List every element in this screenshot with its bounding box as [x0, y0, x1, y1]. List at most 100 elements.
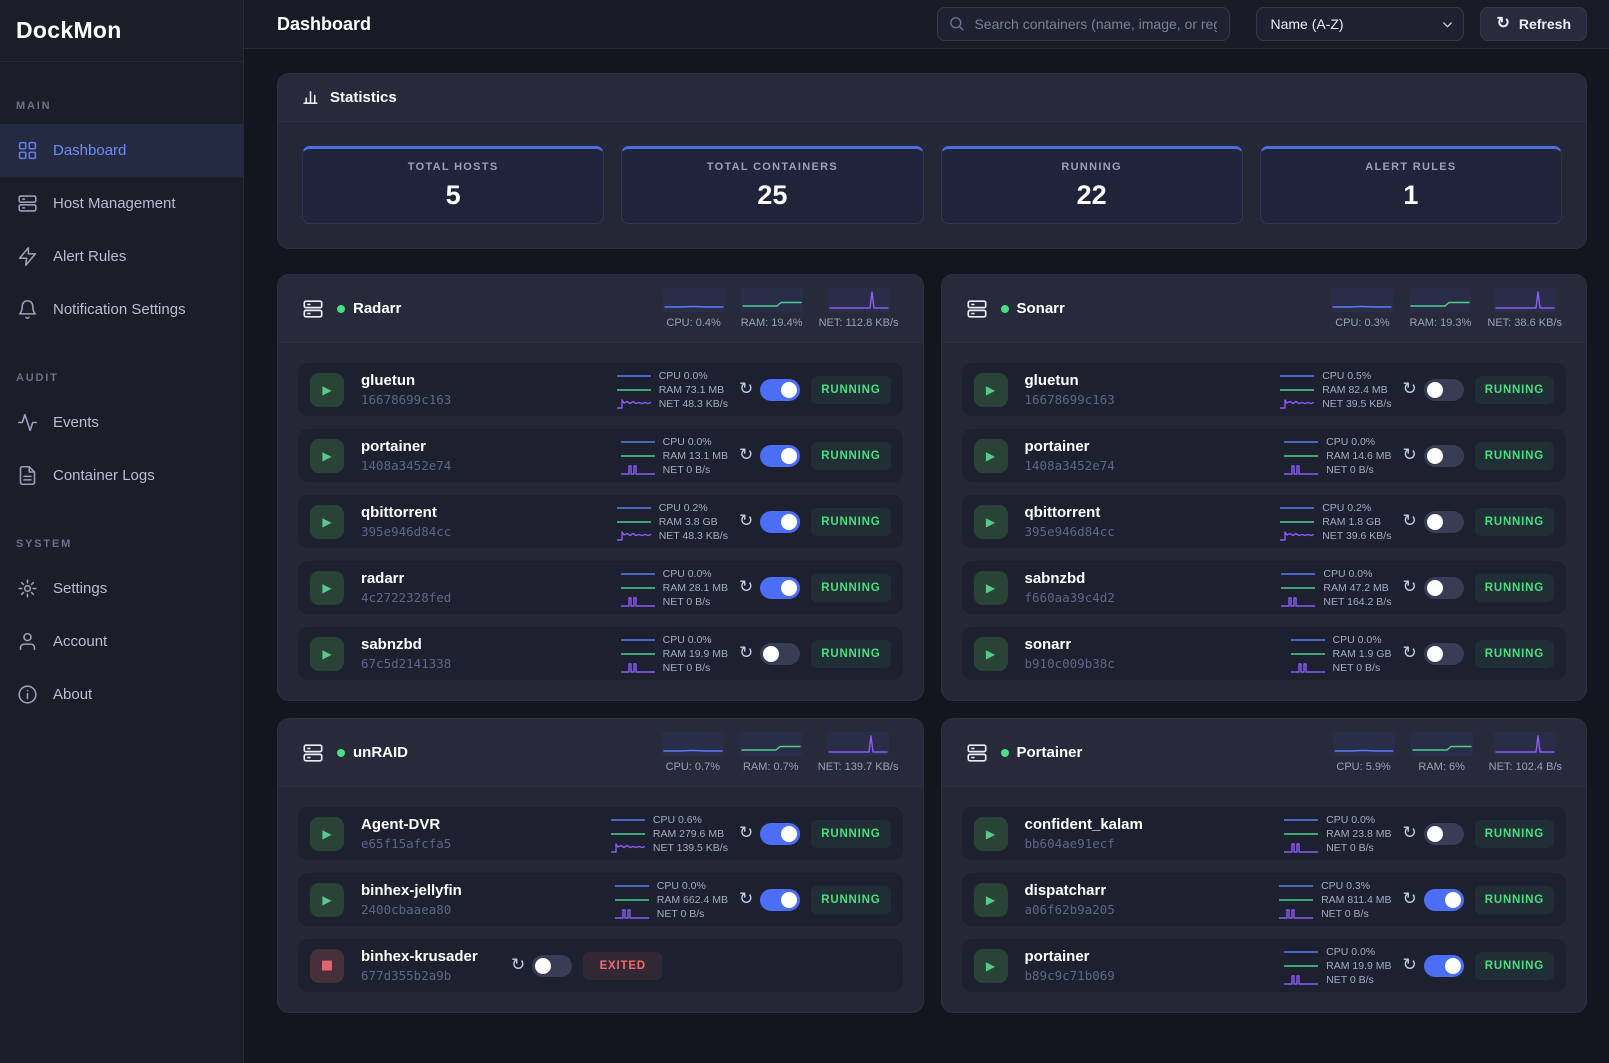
autorestart-toggle[interactable]	[760, 379, 800, 401]
sidebar-item-events[interactable]: Events	[0, 396, 243, 449]
sidebar-item-container-logs[interactable]: Container Logs	[0, 449, 243, 502]
nav-section: AUDIT Events Container Logs	[0, 362, 243, 502]
net-stat: NET 139.5 KB/s	[653, 842, 728, 854]
start-stop-button[interactable]: ▶	[310, 817, 344, 851]
start-stop-button[interactable]: ▶	[310, 373, 344, 407]
sidebar-item-dashboard[interactable]: Dashboard	[0, 124, 243, 177]
restart-icon[interactable]: ↻	[1402, 957, 1416, 974]
restart-icon[interactable]: ↻	[511, 957, 525, 974]
start-stop-button[interactable]: ▶	[310, 439, 344, 473]
start-stop-button[interactable]: ▶	[310, 505, 344, 539]
ram-sparkline	[1280, 516, 1314, 528]
host-cpu-sparkline	[1331, 288, 1393, 312]
autorestart-toggle[interactable]	[760, 823, 800, 845]
cpu-stat: CPU 0.0%	[663, 436, 712, 448]
sort-dropdown[interactable]: Name (A-Z)	[1256, 7, 1464, 41]
container-name-block: portainer 1408a3452e74	[1025, 438, 1175, 473]
start-stop-button[interactable]: ▶	[974, 883, 1008, 917]
refresh-button[interactable]: ↻ Refresh	[1480, 7, 1587, 41]
container-id: 4c2722328fed	[361, 590, 511, 605]
autorestart-toggle[interactable]	[760, 643, 800, 665]
autorestart-toggle[interactable]	[1424, 955, 1464, 977]
container-stats: CPU 0.0% RAM 47.2 MB NET 164.2 B/s	[1281, 567, 1391, 608]
start-stop-button[interactable]: ▶	[974, 817, 1008, 851]
container-id: 677d355b2a9b	[361, 968, 511, 983]
autorestart-toggle[interactable]	[760, 445, 800, 467]
container-stats: CPU 0.0% RAM 23.8 MB NET 0 B/s	[1284, 813, 1391, 854]
sidebar-item-account[interactable]: Account	[0, 615, 243, 668]
start-stop-button[interactable]: ▶	[974, 571, 1008, 605]
restart-icon[interactable]: ↻	[1402, 891, 1416, 908]
net-sparkline	[1284, 974, 1318, 986]
restart-icon[interactable]: ↻	[1402, 579, 1416, 596]
restart-icon[interactable]: ↻	[739, 381, 753, 398]
host-net-sparkline	[827, 732, 889, 756]
sidebar-item-alert-rules[interactable]: Alert Rules	[0, 230, 243, 283]
start-stop-button[interactable]: ▶	[310, 571, 344, 605]
stats-grid: TOTAL HOSTS 5 TOTAL CONTAINERS 25 RUNNIN…	[278, 122, 1586, 248]
ram-stat: RAM 28.1 MB	[663, 582, 728, 594]
stat-value: 1	[1403, 180, 1418, 211]
autorestart-toggle[interactable]	[1424, 445, 1464, 467]
restart-icon[interactable]: ↻	[1402, 825, 1416, 842]
start-stop-button[interactable]: ▶	[974, 439, 1008, 473]
sidebar-item-about[interactable]: About	[0, 668, 243, 721]
restart-icon[interactable]: ↻	[739, 579, 753, 596]
ram-stat: RAM 3.8 GB	[659, 516, 718, 528]
restart-icon[interactable]: ↻	[1402, 381, 1416, 398]
ram-sparkline	[621, 450, 655, 462]
status-badge: RUNNING	[811, 640, 890, 668]
autorestart-toggle[interactable]	[1424, 889, 1464, 911]
stat-label: TOTAL CONTAINERS	[707, 161, 838, 173]
start-stop-button[interactable]: ▶	[974, 505, 1008, 539]
start-stop-button[interactable]: ▶	[310, 883, 344, 917]
restart-icon[interactable]: ↻	[1402, 513, 1416, 530]
start-stop-button[interactable]: ▶	[974, 637, 1008, 671]
status-badge: RUNNING	[1475, 574, 1554, 602]
autorestart-toggle[interactable]	[1424, 823, 1464, 845]
host-net-label: NET: 112.8 KB/s	[819, 317, 899, 329]
container-name: binhex-jellyfin	[361, 882, 511, 899]
restart-icon[interactable]: ↻	[1402, 645, 1416, 662]
restart-icon[interactable]: ↻	[739, 513, 753, 530]
autorestart-toggle[interactable]	[1424, 643, 1464, 665]
ram-sparkline	[1284, 450, 1318, 462]
start-stop-button[interactable]: ▶	[310, 637, 344, 671]
sidebar-item-settings[interactable]: Settings	[0, 562, 243, 615]
ram-sparkline	[1284, 828, 1318, 840]
autorestart-toggle[interactable]	[532, 955, 572, 977]
sidebar-item-host-management[interactable]: Host Management	[0, 177, 243, 230]
restart-icon[interactable]: ↻	[739, 645, 753, 662]
autorestart-toggle[interactable]	[1424, 511, 1464, 533]
start-button[interactable]: ■	[310, 949, 344, 983]
search-input[interactable]	[937, 7, 1230, 41]
cpu-stat: CPU 0.0%	[1326, 814, 1375, 826]
restart-icon[interactable]: ↻	[1402, 447, 1416, 464]
cpu-sparkline	[1284, 946, 1318, 958]
autorestart-toggle[interactable]	[1424, 577, 1464, 599]
container-stats: CPU 0.2% RAM 3.8 GB NET 48.3 KB/s	[617, 501, 728, 542]
autorestart-toggle[interactable]	[760, 511, 800, 533]
autorestart-toggle[interactable]	[1424, 379, 1464, 401]
sidebar-item-notification-settings[interactable]: Notification Settings	[0, 283, 243, 336]
start-stop-button[interactable]: ▶	[974, 373, 1008, 407]
start-stop-button[interactable]: ▶	[974, 949, 1008, 983]
container-name: gluetun	[361, 372, 511, 389]
container-row: ▶ gluetun 16678699c163 CPU 0.5% RAM 82.4…	[962, 363, 1567, 416]
sidebar: DockMon MAIN Dashboard Host Management A…	[0, 0, 244, 1063]
net-stat: NET 164.2 B/s	[1323, 596, 1391, 608]
cpu-stat: CPU 0.0%	[1323, 568, 1372, 580]
container-row: ■ binhex-krusader 677d355b2a9b ↻ EXITED	[298, 939, 903, 992]
restart-icon[interactable]: ↻	[739, 891, 753, 908]
net-stat: NET 0 B/s	[663, 464, 711, 476]
ram-sparkline	[1279, 894, 1313, 906]
restart-icon[interactable]: ↻	[739, 825, 753, 842]
host-charts: CPU: 0.4% RAM: 19.4% NET: 112.8 KB/s	[663, 288, 899, 329]
autorestart-toggle[interactable]	[760, 577, 800, 599]
restart-icon[interactable]: ↻	[739, 447, 753, 464]
container-name-block: sabnzbd 67c5d2141338	[361, 636, 511, 671]
container-list: ▶ Agent-DVR e65f15afcfa5 CPU 0.6% RAM 27…	[278, 787, 923, 1012]
autorestart-toggle[interactable]	[760, 889, 800, 911]
container-name: portainer	[361, 438, 511, 455]
nav-section: MAIN Dashboard Host Management Alert Rul…	[0, 90, 243, 336]
